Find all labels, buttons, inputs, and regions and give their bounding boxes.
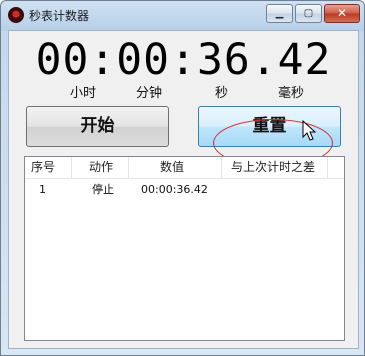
unit-millisecond-label: 毫秒 xyxy=(278,86,305,101)
minimize-button[interactable]: ▁ xyxy=(266,4,293,23)
column-header-diff[interactable]: 与上次计时之差 xyxy=(222,157,328,178)
unit-minute-label: 分钟 xyxy=(136,86,163,101)
row-index: 1 xyxy=(39,183,46,196)
list-item[interactable]: 1 停止 00:00:36.42 xyxy=(25,181,344,198)
title-bar[interactable]: 秒表计数器 ▁ ▢ ✕ xyxy=(1,1,364,29)
row-value: 00:00:36.42 xyxy=(141,183,208,196)
row-action: 停止 xyxy=(92,183,114,196)
record-list[interactable]: 序号 动作 数值 与上次计时之差 1 停止 00:00:36.42 xyxy=(24,156,345,341)
maximize-icon: ▢ xyxy=(303,8,314,19)
list-header: 序号 动作 数值 与上次计时之差 xyxy=(25,157,344,179)
start-button[interactable]: 开始 xyxy=(26,106,169,147)
client-area: 00:00:36.42 小时 分钟 秒 毫秒 开始 重置 序号 动作 数值 与上… xyxy=(8,30,359,349)
app-icon xyxy=(8,7,24,23)
unit-second-label: 秒 xyxy=(215,86,229,101)
window-title: 秒表计数器 xyxy=(29,9,90,23)
mouse-cursor-icon xyxy=(302,120,316,141)
column-header-index[interactable]: 序号 xyxy=(25,157,72,178)
app-window: 秒表计数器 ▁ ▢ ✕ 00:00:36.42 小时 分钟 秒 毫秒 开始 重置… xyxy=(0,0,365,356)
close-button[interactable]: ✕ xyxy=(324,4,360,23)
minimize-icon: ▁ xyxy=(275,8,284,19)
column-header-action[interactable]: 动作 xyxy=(72,157,129,178)
time-display: 00:00:36.42 xyxy=(35,35,332,85)
unit-hour-label: 小时 xyxy=(70,86,97,101)
maximize-button[interactable]: ▢ xyxy=(295,4,322,23)
close-icon: ✕ xyxy=(336,6,348,20)
column-header-value[interactable]: 数值 xyxy=(129,157,222,178)
